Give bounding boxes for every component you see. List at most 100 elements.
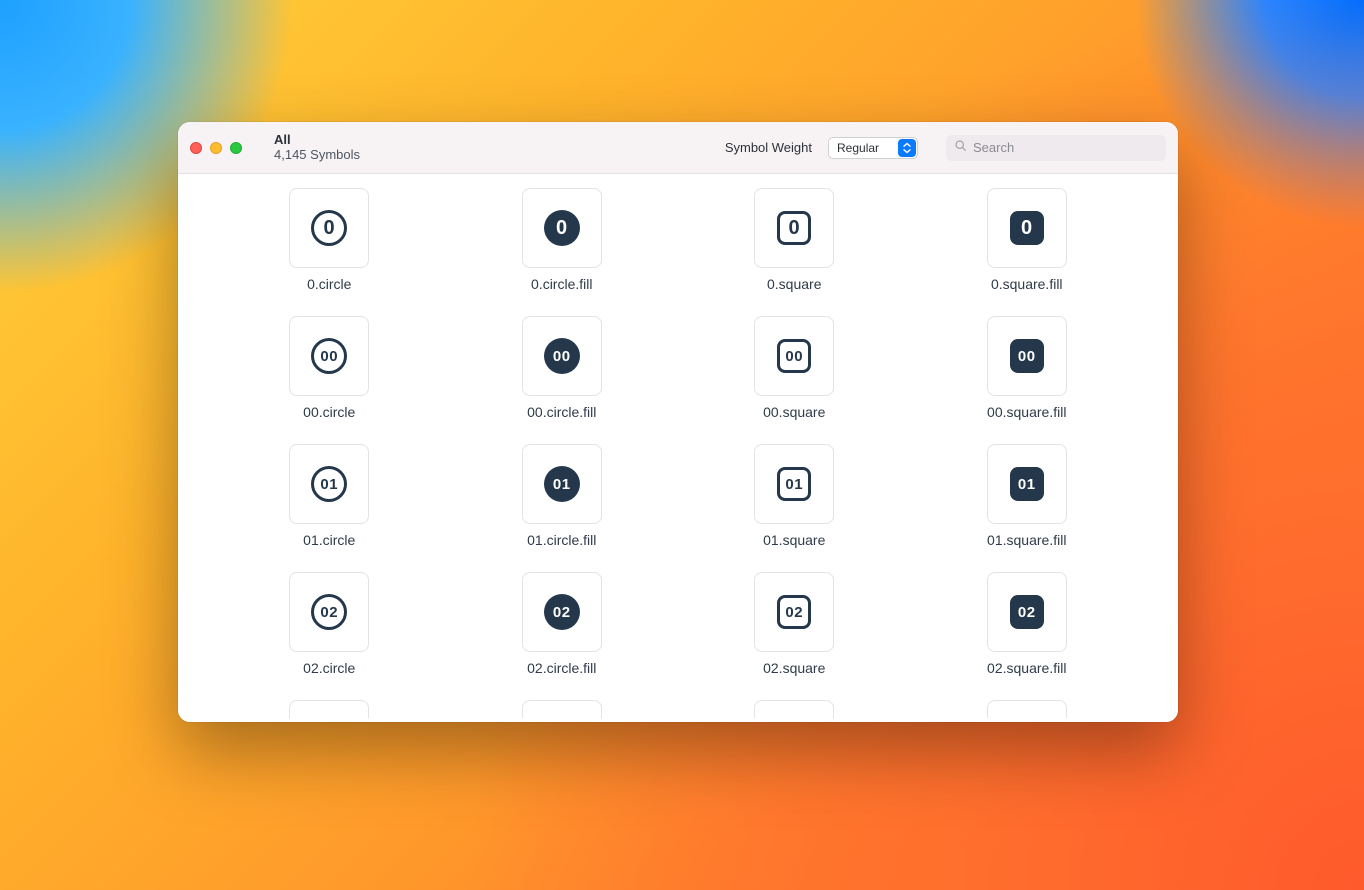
symbol-glyph-text: 01 — [320, 476, 338, 493]
symbol-cell[interactable]: 02 02.circle — [289, 572, 369, 676]
symbol-grid-viewport[interactable]: 0 0.circle 0 0.circle.fill 0 0.square 0 0.squar… — [178, 174, 1178, 722]
symbol-tile: 01 — [289, 444, 369, 524]
symbol-glyph-text: 0 — [323, 217, 335, 240]
close-window-button[interactable] — [190, 142, 202, 154]
02.square.fill-icon: 02 — [1010, 595, 1044, 629]
symbol-cell[interactable]: 01 01.square — [754, 444, 834, 548]
symbol-label: 01.square — [763, 532, 825, 548]
symbol-label: 00.circle — [303, 404, 355, 420]
symbol-label: 0.square.fill — [991, 276, 1063, 292]
symbol-weight-value: Regular — [837, 141, 879, 155]
02.square-icon: 02 — [777, 595, 811, 629]
0.square-icon: 0 — [777, 211, 811, 245]
titlebar: All 4,145 Symbols Symbol Weight Regular — [178, 122, 1178, 174]
symbol-cell[interactable]: 00 00.square.fill — [987, 316, 1067, 420]
search-field[interactable] — [946, 135, 1166, 161]
symbol-label: 02.circle — [303, 660, 355, 676]
symbol-label: 0.square — [767, 276, 821, 292]
symbol-tile: 0 — [987, 188, 1067, 268]
0.circle-icon: 0 — [311, 210, 347, 246]
symbol-label: 01.circle — [303, 532, 355, 548]
minimize-window-button[interactable] — [210, 142, 222, 154]
symbol-label: 00.square — [763, 404, 825, 420]
window-subtitle: 4,145 Symbols — [274, 148, 360, 163]
symbol-tile: 00 — [289, 316, 369, 396]
symbol-grid: 0 0.circle 0 0.circle.fill 0 0.square 0 0.squar… — [218, 188, 1138, 718]
symbol-cell[interactable]: 01 01.circle.fill — [522, 444, 602, 548]
symbol-tile: 01 — [987, 444, 1067, 524]
symbol-tile: 02 — [987, 572, 1067, 652]
symbol-glyph-text: 0 — [788, 217, 800, 240]
symbol-tile: 0 — [754, 188, 834, 268]
symbol-tile — [987, 700, 1067, 718]
00.circle-icon: 00 — [311, 338, 347, 374]
symbol-label: 0.circle.fill — [531, 276, 592, 292]
symbol-label: 01.circle.fill — [527, 532, 596, 548]
02.circle.fill-icon: 02 — [544, 594, 580, 630]
window-title: All — [274, 133, 360, 148]
zoom-window-button[interactable] — [230, 142, 242, 154]
symbol-tile: 02 — [289, 572, 369, 652]
symbol-glyph-text: 01 — [553, 476, 571, 493]
symbol-glyph-text: 01 — [785, 476, 803, 493]
desktop-wallpaper: All 4,145 Symbols Symbol Weight Regular … — [0, 0, 1364, 890]
symbol-tile: 0 — [522, 188, 602, 268]
symbol-glyph-text: 02 — [320, 604, 338, 621]
search-input[interactable] — [973, 140, 1158, 155]
symbol-cell[interactable]: 0202.square.fill — [987, 572, 1067, 676]
symbol-glyph-text: 00 — [553, 348, 571, 365]
symbol-cell[interactable]: 0 0.circle — [289, 188, 369, 292]
symbol-cell[interactable]: 01 01.square.fill — [987, 444, 1067, 548]
symbol-label: 00.square.fill — [987, 404, 1066, 420]
symbol-tile — [289, 700, 369, 718]
symbol-cell[interactable]: 0202.circle.fill — [522, 572, 602, 676]
symbol-tile: 00 — [522, 316, 602, 396]
symbol-weight-select[interactable]: Regular — [828, 137, 918, 159]
symbol-cell[interactable] — [289, 700, 369, 718]
symbol-glyph-text: 02 — [1018, 604, 1036, 621]
00.square-icon: 00 — [777, 339, 811, 373]
symbol-glyph-text: 0 — [1021, 217, 1033, 240]
symbol-tile: 00 — [987, 316, 1067, 396]
symbol-tile — [754, 700, 834, 718]
symbol-tile: 01 — [522, 444, 602, 524]
sf-symbols-window: All 4,145 Symbols Symbol Weight Regular … — [178, 122, 1178, 722]
symbol-glyph-text: 00 — [785, 348, 803, 365]
symbol-label: 0.circle — [307, 276, 351, 292]
symbol-cell[interactable]: 0 0.circle.fill — [522, 188, 602, 292]
symbol-glyph-text: 02 — [785, 604, 803, 621]
symbol-cell[interactable] — [987, 700, 1067, 718]
00.circle.fill-icon: 00 — [544, 338, 580, 374]
symbol-tile — [522, 700, 602, 718]
symbol-cell[interactable]: 0 0.square — [754, 188, 834, 292]
symbol-label: 01.square.fill — [987, 532, 1066, 548]
symbol-glyph-text: 0 — [556, 217, 568, 240]
symbol-glyph-text: 02 — [553, 604, 571, 621]
symbol-cell[interactable] — [754, 700, 834, 718]
window-title-block: All 4,145 Symbols — [274, 133, 360, 163]
02.circle-icon: 02 — [311, 594, 347, 630]
symbol-cell[interactable]: 00 00.circle — [289, 316, 369, 420]
symbol-glyph-text: 00 — [1018, 348, 1036, 365]
symbol-tile: 01 — [754, 444, 834, 524]
symbol-tile: 00 — [754, 316, 834, 396]
symbol-tile: 02 — [522, 572, 602, 652]
symbol-glyph-text: 01 — [1018, 476, 1036, 493]
symbol-cell[interactable]: 01 01.circle — [289, 444, 369, 548]
symbol-cell[interactable]: 0 0.square.fill — [987, 188, 1067, 292]
window-controls — [190, 142, 242, 154]
symbol-label: 00.circle.fill — [527, 404, 596, 420]
search-icon — [954, 139, 967, 157]
symbol-cell[interactable]: 00 00.square — [754, 316, 834, 420]
01.square-icon: 01 — [777, 467, 811, 501]
symbol-weight-label: Symbol Weight — [725, 140, 812, 155]
symbol-glyph-text: 00 — [320, 348, 338, 365]
01.circle-icon: 01 — [311, 466, 347, 502]
01.square.fill-icon: 01 — [1010, 467, 1044, 501]
symbol-cell[interactable] — [522, 700, 602, 718]
01.circle.fill-icon: 01 — [544, 466, 580, 502]
symbol-cell[interactable]: 00 00.circle.fill — [522, 316, 602, 420]
symbol-tile: 0 — [289, 188, 369, 268]
symbol-label: 02.square — [763, 660, 825, 676]
symbol-cell[interactable]: 02 02.square — [754, 572, 834, 676]
